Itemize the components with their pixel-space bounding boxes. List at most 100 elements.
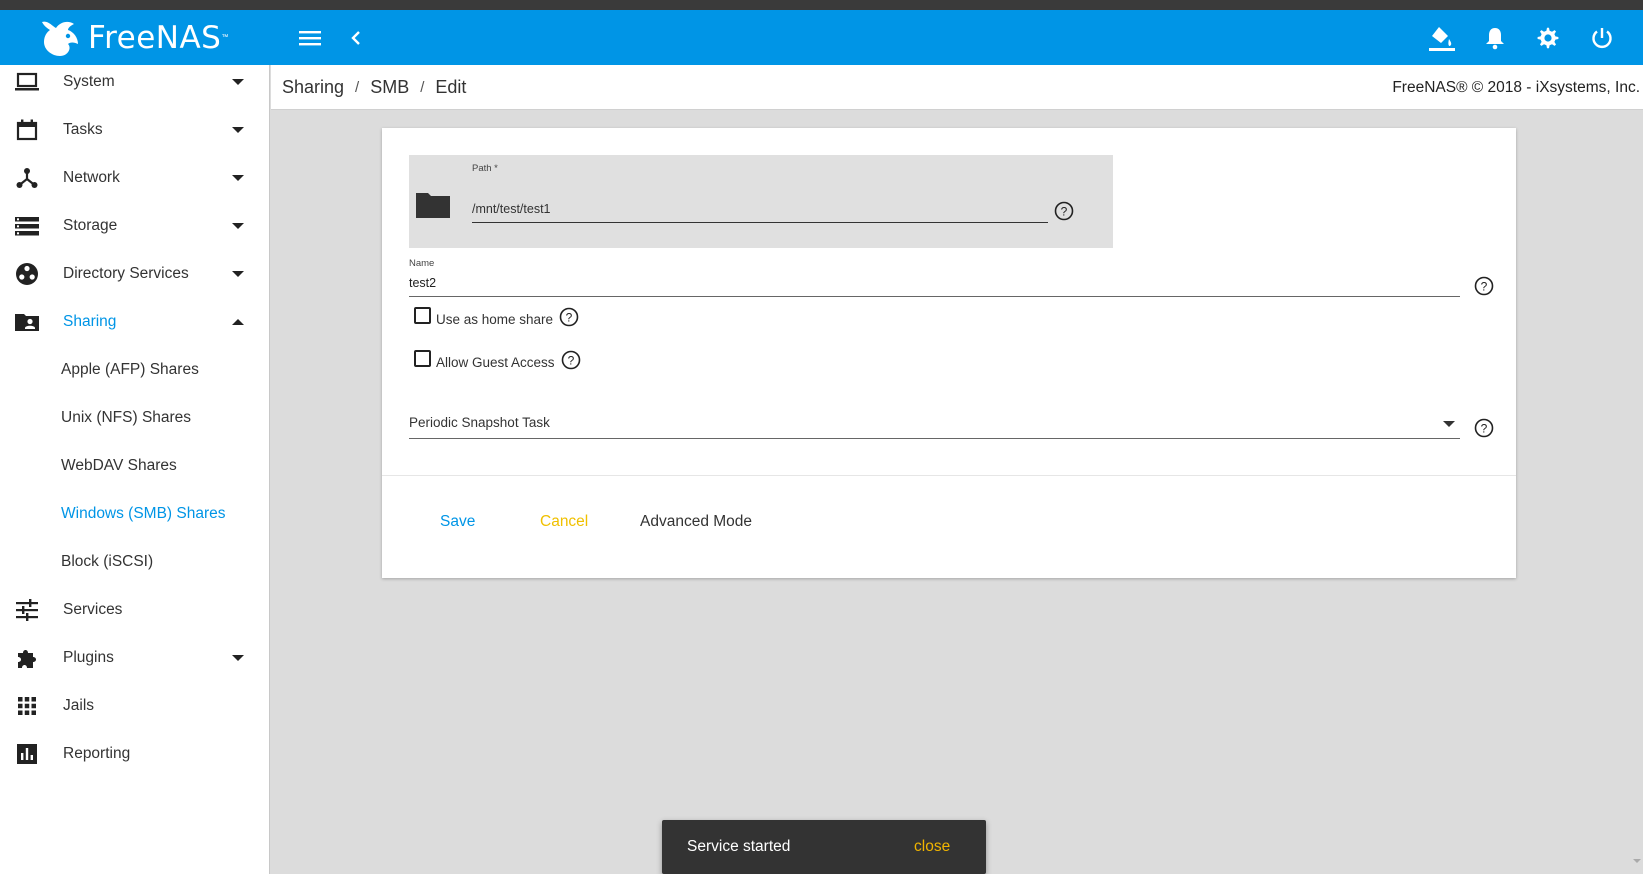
dropdown-arrow-icon[interactable] — [1443, 420, 1455, 428]
sidebar-item-label: Apple (AFP) Shares — [61, 361, 199, 378]
chart-icon — [17, 744, 37, 764]
snackbar-close-button[interactable]: close — [914, 838, 950, 856]
chevron-left-icon — [351, 30, 360, 45]
save-button[interactable]: Save — [440, 513, 475, 531]
window-top-strip — [0, 0, 1643, 10]
sidebar-item-reporting[interactable]: Reporting — [0, 730, 269, 778]
sidebar-nav: System Tasks Network Storage Directory S… — [0, 65, 270, 874]
breadcrumb-smb[interactable]: SMB — [370, 77, 409, 98]
bell-icon — [1486, 27, 1504, 49]
sidebar-item-label: System — [63, 73, 115, 90]
sidebar-item-label: Windows (SMB) Shares — [61, 505, 226, 522]
home-share-checkbox[interactable]: Use as home share ? — [414, 307, 579, 327]
sidebar-item-tasks[interactable]: Tasks — [0, 106, 269, 154]
caret-down-icon — [232, 127, 244, 133]
laptop-icon — [15, 72, 39, 91]
help-icon[interactable]: ? — [559, 307, 579, 327]
sidebar-item-services[interactable]: Services — [0, 586, 269, 634]
sidebar-item-network[interactable]: Network — [0, 154, 269, 202]
svg-text:?: ? — [1061, 204, 1068, 218]
tune-icon — [16, 599, 38, 621]
svg-text:?: ? — [1481, 421, 1488, 435]
caret-up-icon — [232, 319, 244, 325]
sidebar-item-label: Network — [63, 169, 120, 186]
sidebar-item-webdav-shares[interactable]: WebDAV Shares — [0, 442, 269, 490]
scroll-down-icon[interactable] — [1632, 856, 1642, 866]
folder-icon[interactable] — [415, 191, 451, 219]
sidebar-item-nfs-shares[interactable]: Unix (NFS) Shares — [0, 394, 269, 442]
freenas-logo[interactable]: FreeNAS ™ — [0, 10, 270, 65]
checkbox-box[interactable] — [414, 350, 431, 367]
settings-button[interactable] — [1535, 10, 1561, 65]
sidebar-item-label: WebDAV Shares — [61, 457, 177, 474]
snackbar-message: Service started — [687, 838, 791, 855]
menu-icon — [299, 30, 321, 45]
theme-button[interactable] — [1427, 10, 1457, 65]
sidebar-item-plugins[interactable]: Plugins — [0, 634, 269, 682]
cancel-button[interactable]: Cancel — [540, 513, 588, 531]
breadcrumb-sharing[interactable]: Sharing — [282, 77, 344, 98]
power-button[interactable] — [1589, 10, 1615, 65]
sidebar-item-system[interactable]: System — [0, 65, 269, 106]
path-input[interactable] — [472, 202, 1048, 223]
caret-down-icon — [232, 655, 244, 661]
snapshot-task-select[interactable]: Periodic Snapshot Task — [409, 415, 550, 430]
collapse-sidebar-button[interactable] — [346, 10, 366, 65]
sidebar-item-iscsi[interactable]: Block (iSCSI) — [0, 538, 269, 586]
puzzle-icon — [18, 650, 36, 668]
sidebar-item-label: Sharing — [63, 313, 117, 330]
name-input[interactable] — [409, 276, 1460, 297]
apps-grid-icon — [18, 697, 36, 715]
caret-down-icon — [232, 79, 244, 85]
guest-access-label: Allow Guest Access — [436, 354, 555, 370]
storage-icon — [15, 217, 39, 236]
caret-down-icon — [232, 271, 244, 277]
sidebar-item-sharing[interactable]: Sharing — [0, 298, 269, 346]
gear-icon — [1537, 27, 1559, 48]
path-label: Path * — [472, 163, 498, 174]
help-icon[interactable]: ? — [1054, 201, 1074, 221]
directory-icon — [16, 263, 38, 285]
breadcrumb: Sharing / SMB / Edit — [282, 77, 466, 98]
name-label: Name — [409, 258, 435, 269]
sidebar-item-label: Directory Services — [63, 265, 189, 282]
sidebar-item-label: Plugins — [63, 649, 114, 666]
notifications-button[interactable] — [1482, 10, 1508, 65]
sidebar-item-jails[interactable]: Jails — [0, 682, 269, 730]
power-icon — [1592, 27, 1612, 48]
snackbar: Service started close — [662, 820, 986, 874]
sidebar-item-smb-shares[interactable]: Windows (SMB) Shares — [0, 490, 269, 538]
help-icon[interactable]: ? — [1474, 418, 1494, 438]
menu-toggle-button[interactable] — [296, 10, 324, 65]
sidebar-item-label: Services — [63, 601, 123, 618]
freenas-shark-logo-icon — [42, 21, 78, 56]
folder-shared-icon — [15, 314, 39, 331]
svg-text:?: ? — [1481, 279, 1488, 293]
svg-text:?: ? — [566, 310, 573, 324]
help-icon[interactable]: ? — [561, 350, 581, 370]
breadcrumb-separator: / — [420, 79, 425, 96]
copyright-text: FreeNAS® © 2018 - iXsystems, Inc. — [1392, 79, 1640, 96]
trademark-mark: ™ — [221, 34, 229, 41]
network-icon — [16, 168, 38, 188]
scrollbar[interactable] — [1631, 110, 1643, 874]
breadcrumb-separator: / — [355, 79, 360, 96]
breadcrumb-edit: Edit — [435, 77, 467, 97]
top-toolbar: FreeNAS ™ — [0, 10, 1643, 65]
sidebar-item-directory-services[interactable]: Directory Services — [0, 250, 269, 298]
sidebar-item-label: Unix (NFS) Shares — [61, 409, 192, 426]
sidebar-item-label: Block (iSCSI) — [61, 553, 154, 570]
select-underline — [409, 438, 1460, 439]
caret-down-icon — [232, 223, 244, 229]
help-icon[interactable]: ? — [1474, 276, 1494, 296]
sidebar-item-afp-shares[interactable]: Apple (AFP) Shares — [0, 346, 269, 394]
advanced-mode-button[interactable]: Advanced Mode — [640, 513, 752, 531]
sidebar-item-storage[interactable]: Storage — [0, 202, 269, 250]
path-explorer: Path * ? — [409, 155, 1113, 248]
checkbox-box[interactable] — [414, 307, 431, 324]
svg-text:?: ? — [567, 353, 574, 367]
guest-access-checkbox[interactable]: Allow Guest Access ? — [414, 350, 581, 370]
theme-icon — [1429, 26, 1455, 51]
home-share-label: Use as home share — [436, 311, 554, 327]
smb-edit-form-card: Path * ? Name ? Use as home share ? Allo… — [382, 128, 1516, 578]
